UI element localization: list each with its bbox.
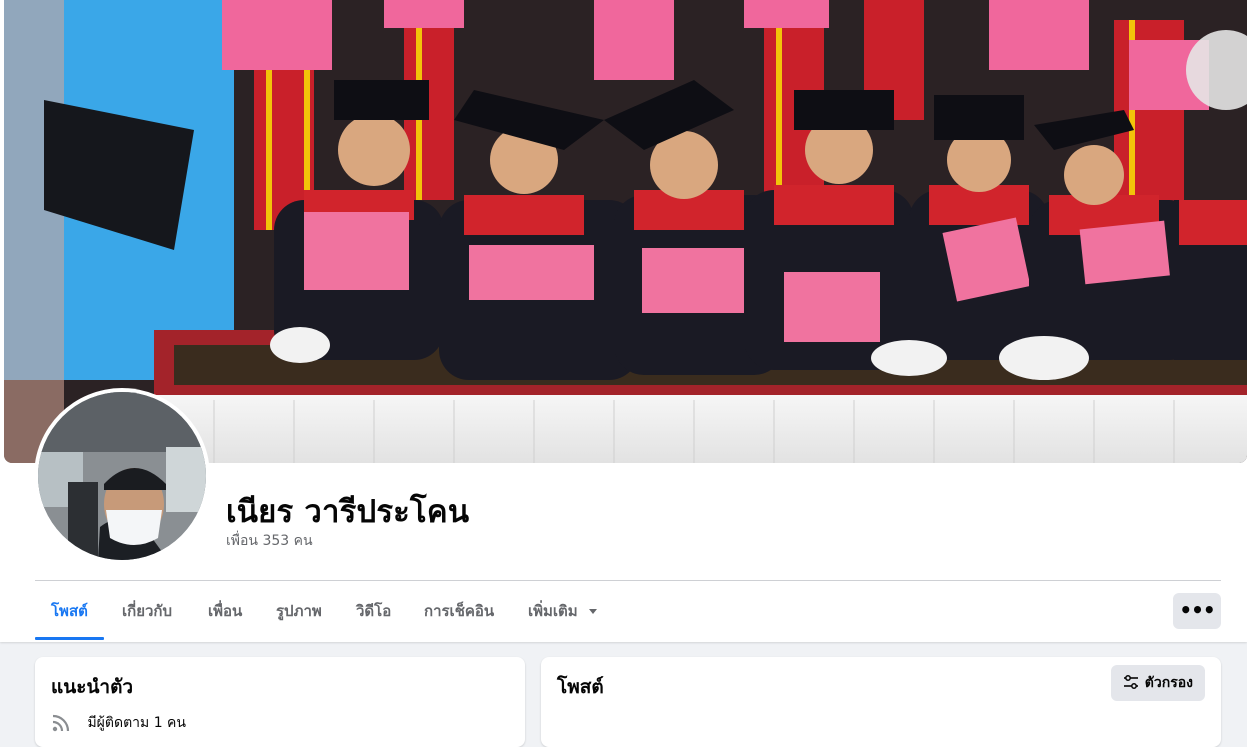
posts-title: โพสต์ xyxy=(557,676,604,698)
tab-photos[interactable]: รูปภาพ xyxy=(276,582,322,640)
tab-label: การเช็คอิน xyxy=(424,602,495,620)
tab-videos[interactable]: วิดีโอ xyxy=(356,582,391,640)
header-divider xyxy=(35,580,1221,581)
tab-about[interactable]: เกี่ยวกับ xyxy=(122,582,172,640)
intro-card: แนะนำตัว มีผู้ติดตาม 1 คน xyxy=(35,657,525,747)
tab-label: เพิ่มเติม xyxy=(528,602,578,620)
tab-friends[interactable]: เพื่อน xyxy=(208,582,242,640)
filter-button[interactable]: ตัวกรอง xyxy=(1110,665,1205,701)
tab-label: เพื่อน xyxy=(208,602,243,620)
cover-photo[interactable] xyxy=(4,0,1247,463)
friends-count[interactable]: เพื่อน 353 คน xyxy=(226,530,313,552)
profile-header: เนียร วารีประโคน เพื่อน 353 คน โพสต์ เกี… xyxy=(0,0,1247,642)
caret-down-icon xyxy=(588,609,597,614)
avatar-photo xyxy=(38,392,206,560)
avatar[interactable] xyxy=(38,392,206,560)
filter-sliders-icon xyxy=(1123,675,1138,689)
profile-avatar-frame[interactable] xyxy=(34,388,210,564)
tab-more[interactable]: เพิ่มเติม xyxy=(528,582,597,640)
tab-label: โพสต์ xyxy=(51,602,88,620)
intro-title: แนะนำตัว xyxy=(51,676,134,698)
profile-name: เนียร วารีประโคน xyxy=(226,494,470,530)
followers-count[interactable]: มีผู้ติดตาม 1 คน xyxy=(87,715,186,731)
followers-line: มีผู้ติดตาม 1 คน xyxy=(51,712,186,734)
three-dots-icon: ••• xyxy=(1179,598,1215,622)
cover-photo-graduation-scene xyxy=(4,0,1247,463)
tab-label: เกี่ยวกับ xyxy=(122,602,173,620)
tab-label: วิดีโอ xyxy=(356,602,392,620)
rss-icon xyxy=(52,714,70,732)
tab-checkins[interactable]: การเช็คอิน xyxy=(424,582,494,640)
more-options-button[interactable]: ••• xyxy=(1173,593,1221,629)
filter-label: ตัวกรอง xyxy=(1144,675,1193,691)
tab-label: รูปภาพ xyxy=(276,602,322,620)
posts-card: โพสต์ ตัวกรอง xyxy=(541,657,1221,747)
tab-posts[interactable]: โพสต์ xyxy=(35,582,104,640)
